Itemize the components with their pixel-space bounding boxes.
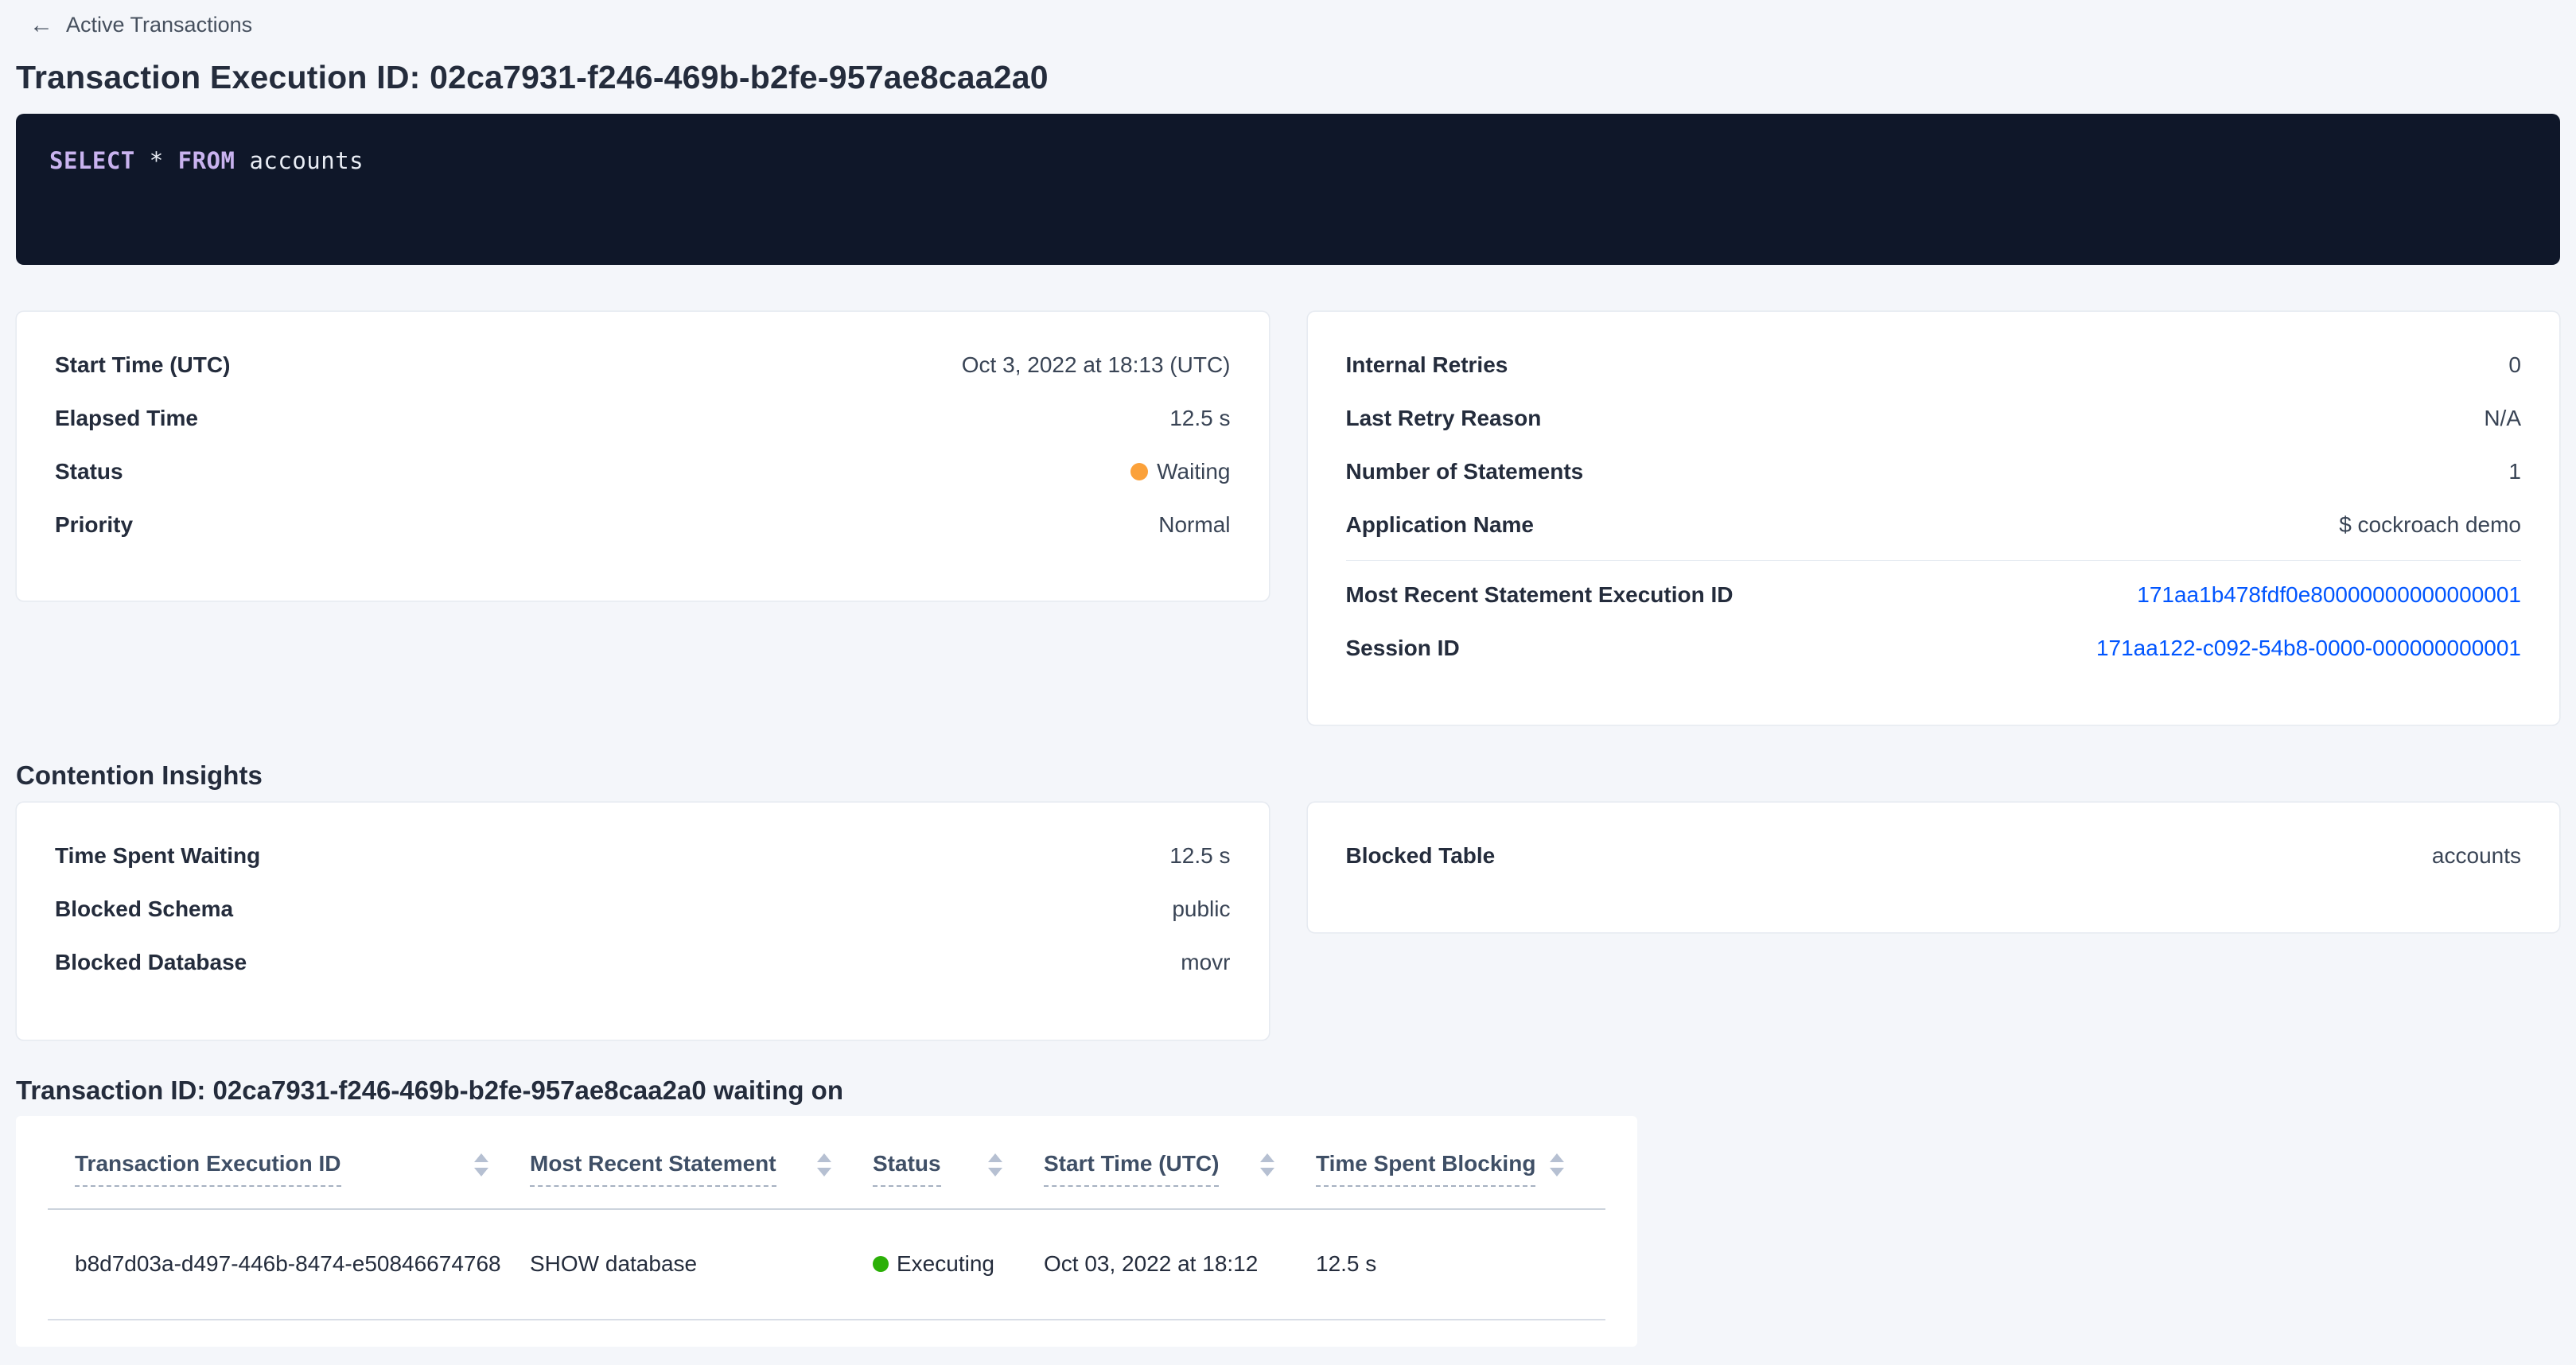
sql-keyword: SELECT (49, 147, 150, 174)
row-value: public (1172, 896, 1230, 922)
row-label: Last Retry Reason (1346, 406, 1542, 431)
statement-execution-id-link[interactable]: 171aa1b478fdf0e80000000000000001 (2137, 582, 2521, 608)
summary-row-session-id: Session ID 171aa122-c092-54b8-0000-00000… (1346, 622, 2522, 675)
summary-row-start-time: Start Time (UTC) Oct 3, 2022 at 18:13 (U… (55, 339, 1231, 392)
page-root: ← Active Transactions Transaction Execut… (0, 0, 2576, 1347)
row-value: N/A (2484, 406, 2521, 431)
column-header-status[interactable]: Status (873, 1151, 1044, 1208)
contention-row-time-spent-waiting: Time Spent Waiting 12.5 s (55, 830, 1231, 883)
row-label: Elapsed Time (55, 406, 198, 431)
status-text: Executing (897, 1251, 994, 1277)
column-header-transaction-execution-id[interactable]: Transaction Execution ID (48, 1151, 530, 1208)
contention-insights-heading: Contention Insights (16, 759, 2560, 791)
status-waiting-dot-icon (1130, 463, 1148, 480)
row-label: Priority (55, 512, 133, 538)
table-row: b8d7d03a-d497-446b-8474-e50846674768 SHO… (48, 1210, 1605, 1320)
row-label: Blocked Database (55, 950, 247, 975)
summary-cards-row: Start Time (UTC) Oct 3, 2022 at 18:13 (U… (16, 311, 2560, 725)
column-header-label: Start Time (UTC) (1044, 1151, 1219, 1187)
sort-arrows-icon (817, 1153, 831, 1176)
row-value: Oct 3, 2022 at 18:13 (UTC) (962, 352, 1231, 378)
column-header-label: Most Recent Statement (530, 1151, 776, 1187)
contention-right-card: Blocked Table accounts (1307, 802, 2561, 933)
page-title: Transaction Execution ID: 02ca7931-f246-… (16, 59, 2560, 96)
row-label: Most Recent Statement Execution ID (1346, 582, 1734, 608)
summary-row-last-retry-reason: Last Retry Reason N/A (1346, 392, 2522, 445)
sql-statement: SELECT * FROM accounts (49, 147, 364, 174)
card-divider (1346, 560, 2522, 561)
summary-row-statement-execution-id: Most Recent Statement Execution ID 171aa… (1346, 569, 2522, 622)
sql-star: * (150, 147, 178, 174)
row-label: Number of Statements (1346, 459, 1584, 484)
cell-time-spent-blocking: 12.5 s (1316, 1251, 1605, 1277)
cell-status: Executing (873, 1251, 1044, 1278)
contention-row-blocked-database: Blocked Database movr (55, 936, 1231, 990)
sql-table-name: accounts (249, 147, 364, 174)
column-header-label: Transaction Execution ID (75, 1151, 341, 1187)
back-link[interactable]: ← Active Transactions (29, 13, 252, 37)
row-label: Time Spent Waiting (55, 843, 260, 869)
overview-card: Start Time (UTC) Oct 3, 2022 at 18:13 (U… (16, 311, 1270, 601)
row-value: accounts (2432, 843, 2521, 869)
summary-row-application-name: Application Name $ cockroach demo (1346, 499, 2522, 552)
row-value: Waiting (1130, 459, 1230, 484)
back-arrow-icon: ← (29, 14, 53, 37)
sql-keyword: FROM (178, 147, 250, 174)
status-executing-dot-icon (873, 1256, 889, 1272)
summary-row-status: Status Waiting (55, 445, 1231, 499)
waiting-on-table-header: Transaction Execution ID Most Recent Sta… (48, 1116, 1605, 1210)
contention-cards-row: Time Spent Waiting 12.5 s Blocked Schema… (16, 802, 2560, 1040)
row-label: Blocked Schema (55, 896, 233, 922)
column-header-most-recent-statement[interactable]: Most Recent Statement (530, 1151, 873, 1208)
contention-row-blocked-table: Blocked Table accounts (1346, 830, 2522, 883)
column-header-label: Status (873, 1151, 941, 1187)
sort-arrows-icon (988, 1153, 1002, 1176)
row-label: Session ID (1346, 636, 1460, 661)
session-id-link[interactable]: 171aa122-c092-54b8-0000-000000000001 (2096, 636, 2521, 661)
row-label: Blocked Table (1346, 843, 1496, 869)
row-label: Start Time (UTC) (55, 352, 230, 378)
summary-row-internal-retries: Internal Retries 0 (1346, 339, 2522, 392)
contention-left-card: Time Spent Waiting 12.5 s Blocked Schema… (16, 802, 1270, 1040)
sort-arrows-icon (474, 1153, 488, 1176)
column-header-label: Time Spent Blocking (1316, 1151, 1535, 1187)
row-value: movr (1181, 950, 1230, 975)
row-label: Status (55, 459, 123, 484)
row-value: $ cockroach demo (2339, 512, 2521, 538)
row-value: 12.5 s (1169, 406, 1230, 431)
waiting-on-heading: Transaction ID: 02ca7931-f246-469b-b2fe-… (16, 1074, 2560, 1106)
row-value: 1 (2508, 459, 2521, 484)
cell-most-recent-statement: SHOW database (530, 1251, 873, 1277)
contention-row-blocked-schema: Blocked Schema public (55, 883, 1231, 936)
summary-row-elapsed-time: Elapsed Time 12.5 s (55, 392, 1231, 445)
column-header-start-time[interactable]: Start Time (UTC) (1044, 1151, 1316, 1208)
details-card: Internal Retries 0 Last Retry Reason N/A… (1307, 311, 2561, 725)
row-value: 12.5 s (1169, 843, 1230, 869)
sort-arrows-icon (1260, 1153, 1274, 1176)
column-header-time-spent-blocking[interactable]: Time Spent Blocking (1316, 1151, 1605, 1208)
row-value: Normal (1158, 512, 1230, 538)
summary-row-number-of-statements: Number of Statements 1 (1346, 445, 2522, 499)
status-text: Waiting (1157, 459, 1230, 484)
waiting-on-table-card: Transaction Execution ID Most Recent Sta… (16, 1116, 1637, 1347)
sort-arrows-icon (1550, 1153, 1564, 1176)
cell-start-time: Oct 03, 2022 at 18:12 (1044, 1251, 1316, 1277)
row-label: Application Name (1346, 512, 1534, 538)
cell-transaction-execution-id: b8d7d03a-d497-446b-8474-e50846674768 (48, 1251, 530, 1277)
row-value: 0 (2508, 352, 2521, 378)
summary-row-priority: Priority Normal (55, 499, 1231, 552)
sql-statement-box: SELECT * FROM accounts (16, 114, 2560, 265)
row-label: Internal Retries (1346, 352, 1508, 378)
back-link-label: Active Transactions (66, 13, 252, 37)
